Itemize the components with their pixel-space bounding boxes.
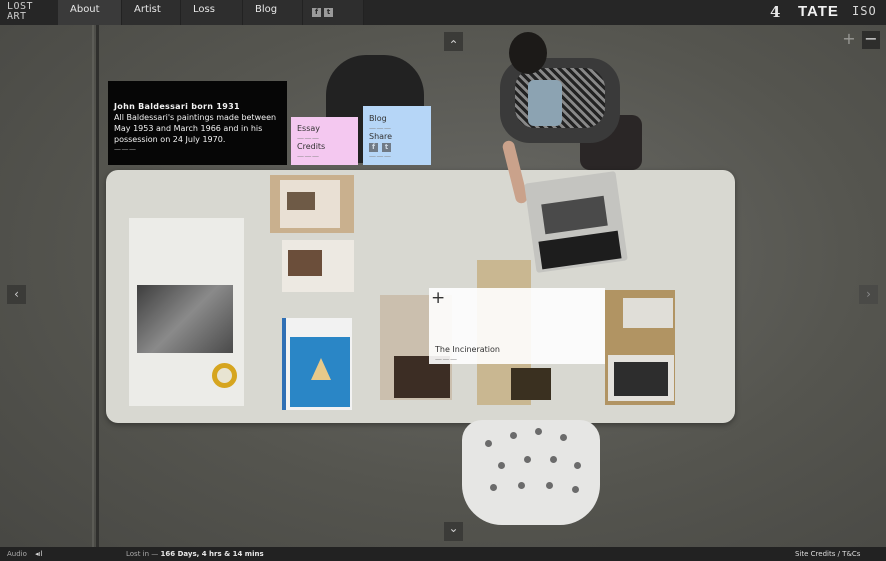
nav-social: f t xyxy=(303,0,364,25)
zoom-in-button[interactable]: + xyxy=(840,31,858,49)
chair-hole xyxy=(485,440,492,447)
scroll-up-button[interactable]: ⌃ xyxy=(444,32,463,52)
scroll-down-button[interactable]: ⌄ xyxy=(444,522,463,541)
urn-object xyxy=(511,368,551,400)
artist-info-body: All Baldessari's paintings made between … xyxy=(114,113,277,144)
credits-link-more: ——— xyxy=(297,152,320,160)
main-nav: About Artist Loss Blog f t xyxy=(58,0,364,25)
scroll-right-button[interactable]: › xyxy=(859,285,878,304)
file-folder-photo xyxy=(623,298,673,328)
twitter-share-icon[interactable]: t xyxy=(382,143,391,152)
zoom-out-button[interactable]: − xyxy=(862,31,880,49)
iso-logo[interactable]: ISO xyxy=(852,4,877,18)
share-icons: f t xyxy=(369,143,425,152)
chair-hole xyxy=(490,484,497,491)
chair-hole xyxy=(550,456,557,463)
plus-icon[interactable]: + xyxy=(431,290,445,307)
share-label: Share xyxy=(369,132,393,141)
incineration-more: ——— xyxy=(435,355,458,363)
nav-tab-blog[interactable]: Blog xyxy=(243,0,303,25)
channel-4-logo[interactable]: 4 xyxy=(770,3,780,21)
person-head xyxy=(509,32,547,74)
incineration-label[interactable]: The Incineration xyxy=(435,345,500,354)
person-shirt xyxy=(528,80,562,126)
blog-link[interactable]: Blog xyxy=(369,114,425,124)
speaker-icon: ◂ıl xyxy=(35,550,43,558)
floor-seam-shadow xyxy=(96,25,99,547)
scroll-left-button[interactable]: ‹ xyxy=(7,285,26,304)
catalogue-cover-shape xyxy=(311,358,331,380)
twitter-icon[interactable]: t xyxy=(324,8,333,17)
chair-hole xyxy=(574,462,581,469)
document-sheet-photo xyxy=(288,250,322,276)
tape-roll xyxy=(212,363,237,388)
essay-link[interactable]: Essay xyxy=(297,124,352,134)
incineration-hotspot[interactable]: The Incineration ——— xyxy=(429,288,605,364)
tate-logo[interactable]: TATE xyxy=(798,3,839,20)
logo-line-2: ART xyxy=(7,11,27,22)
facebook-icon[interactable]: f xyxy=(312,8,321,17)
chair-hole xyxy=(498,462,505,469)
artist-info-more[interactable]: ——— xyxy=(114,145,281,153)
blog-link-more: ——— xyxy=(369,124,392,132)
audio-label: Audio xyxy=(7,550,27,558)
share-more: ——— xyxy=(369,152,392,160)
chair-hole xyxy=(572,486,579,493)
lost-art-stage: LOST ART About Artist Loss Blog f t 4 TA… xyxy=(0,0,886,561)
chair-hole xyxy=(535,428,542,435)
top-bar: LOST ART About Artist Loss Blog f t 4 TA… xyxy=(0,0,886,25)
lost-timer-value: 166 Days, 4 hrs & 14 mins xyxy=(160,550,264,558)
lost-timer-prefix: Lost in — xyxy=(126,550,159,558)
credits-link[interactable]: Credits xyxy=(297,142,352,152)
audio-toggle[interactable]: Audio ◂ıl xyxy=(7,547,43,561)
white-chair xyxy=(462,420,600,525)
chair-hole xyxy=(524,456,531,463)
chair-hole xyxy=(546,482,553,489)
lost-art-logo[interactable]: LOST ART xyxy=(7,2,33,22)
chair-hole xyxy=(518,482,525,489)
artist-info-box[interactable]: John Baldessari born 1931 All Baldessari… xyxy=(108,81,287,165)
artist-info-title: John Baldessari born 1931 xyxy=(114,102,240,111)
nav-tab-about[interactable]: About xyxy=(58,0,122,25)
floor-seam xyxy=(92,25,94,547)
blog-share-box: Blog ——— Share f t ——— xyxy=(363,106,431,165)
chair-hole xyxy=(560,434,567,441)
site-credits-link[interactable]: Site Credits / T&Cs xyxy=(795,547,860,561)
lost-timer: Lost in — 166 Days, 4 hrs & 14 mins xyxy=(126,547,264,561)
essay-credits-box: Essay ——— Credits ——— xyxy=(291,117,358,165)
file-folder-print-dark xyxy=(614,362,668,396)
studio-photo[interactable] xyxy=(137,285,233,353)
footer-bar: Audio ◂ıl Lost in — 166 Days, 4 hrs & 14… xyxy=(0,547,886,561)
facebook-share-icon[interactable]: f xyxy=(369,143,378,152)
nav-tab-artist[interactable]: Artist xyxy=(122,0,181,25)
essay-link-more: ——— xyxy=(297,134,320,142)
document-photo xyxy=(287,192,315,210)
nav-tab-loss[interactable]: Loss xyxy=(181,0,243,25)
chair-hole xyxy=(510,432,517,439)
